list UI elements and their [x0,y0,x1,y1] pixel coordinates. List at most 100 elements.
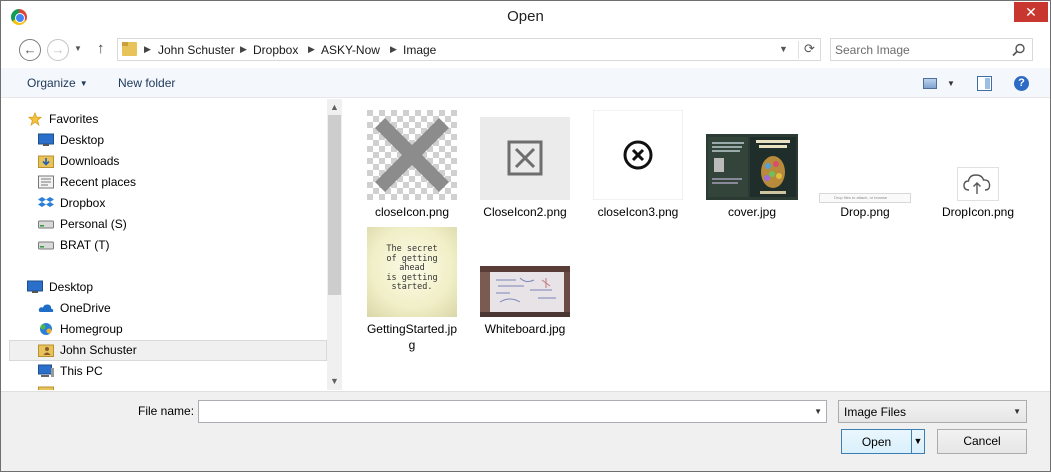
chevron-down-icon: ▼ [79,79,88,88]
file-name: cover.jpg [727,205,777,219]
homegroup-icon [40,323,52,335]
change-view-icon[interactable] [923,78,937,89]
nav-pane-scrollbar[interactable]: ▲ ▼ [327,99,342,390]
downloads-icon [38,155,54,168]
computer-icon [38,364,54,377]
help-icon[interactable]: ? [1014,76,1029,91]
cloud-upload-icon [957,167,999,201]
sidebar-item-label: BRAT (T) [60,238,110,252]
search-icon[interactable] [1011,42,1027,58]
sidebar-item-label: OneDrive [60,301,111,315]
file-list: closeIcon.png CloseIcon2.png closeIcon3.… [342,99,1050,390]
file-name-line: GettingStarted.jp [366,322,458,336]
sidebar-item-onedrive[interactable]: OneDrive [9,298,327,319]
sidebar-item-this-pc[interactable]: This PC [9,361,327,382]
scroll-up-arrow-icon[interactable]: ▲ [327,99,342,115]
open-button[interactable]: Open ▼ [841,429,925,454]
desktop-icon [27,280,43,293]
organize-button[interactable]: Organize ▼ [27,76,88,90]
file-name: Drop.png [840,205,890,219]
sidebar-item-downloads[interactable]: Downloads [9,151,327,172]
view-options-dropdown[interactable]: ▼ [947,79,955,88]
sidebar-item-label: Recent places [60,175,137,189]
breadcrumb-asky-now[interactable]: ASKY-Now [321,43,380,57]
file-name: CloseIcon2.png [483,205,567,219]
up-button[interactable]: ↑ [97,40,105,57]
file-name: GettingStarted.jp g [360,321,464,353]
breadcrumb-dropbox[interactable]: Dropbox [253,43,298,57]
sidebar-item-personal-s[interactable]: Personal (S) [9,214,327,235]
back-button[interactable]: ← [19,39,41,61]
address-dropdown-chevron-icon[interactable]: ▼ [779,44,788,54]
scroll-down-arrow-icon[interactable]: ▼ [327,373,342,389]
drive-icon [38,220,54,229]
recent-places-icon [38,175,54,189]
new-folder-button[interactable]: New folder [118,76,175,90]
breadcrumb-john-schuster[interactable]: John Schuster [158,43,235,57]
sidebar-item-label: Desktop [60,133,105,147]
sidebar-item-brat-t[interactable]: BRAT (T) [9,235,327,256]
sidebar-item-partial[interactable] [9,382,327,390]
close-x-icon [367,110,457,200]
file-item[interactable]: cover.jpg [700,107,804,222]
navigation-bar: ← → ▼ ↑ ▶ John Schuster ▶ Dropbox ▶ ASKY… [1,32,1050,68]
user-folder-icon [38,344,54,357]
dialog-title: Open [507,8,544,25]
sidebar-item-label: This PC [60,364,103,378]
file-item[interactable]: DropIcon.png [926,107,1030,222]
desktop-icon [38,133,54,146]
breadcrumb-separator[interactable]: ▶ [240,44,247,55]
file-item[interactable]: closeIcon.png [360,107,464,222]
sidebar-item-label: Personal (S) [60,217,127,231]
scroll-thumb[interactable] [328,115,341,295]
close-circle-icon [593,110,683,200]
file-name: Whiteboard.jpg [484,322,566,336]
navigation-pane: Favorites Desktop Downloads Recent place… [1,99,342,390]
open-button-label[interactable]: Open [842,435,911,449]
file-item[interactable]: Whiteboard.jpg [473,225,577,340]
file-name-label: File name: [138,404,195,418]
drop-bar-text: Drop files to attach, or browse [834,195,888,200]
file-type-select[interactable]: Image Files ▼ [838,400,1027,423]
chevron-down-icon[interactable]: ▼ [814,407,822,416]
forward-button[interactable]: → [47,39,69,61]
breadcrumb-separator[interactable]: ▶ [390,44,397,55]
folder-icon [122,42,137,56]
note-text: The secret of getting ahead is getting s… [386,244,438,292]
sidebar-item-desktop-root[interactable]: Desktop [9,277,327,298]
file-name-field[interactable]: ▼ [198,400,827,423]
file-item[interactable]: closeIcon3.png [586,107,690,222]
open-file-dialog: Open ✕ ← → ▼ ↑ ▶ John Schuster ▶ Dropbox… [0,0,1051,472]
recent-locations-dropdown[interactable]: ▼ [74,44,82,53]
search-box[interactable] [830,38,1033,61]
star-icon [27,112,43,126]
sidebar-item-favorites[interactable]: Favorites [9,109,327,130]
organize-label: Organize [27,76,76,90]
sidebar-item-recent-places[interactable]: Recent places [9,172,327,193]
dropbox-icon [38,197,54,207]
address-bar[interactable]: ▶ John Schuster ▶ Dropbox ▶ ASKY-Now ▶ I… [117,38,821,61]
open-options-dropdown[interactable]: ▼ [911,430,924,453]
close-button[interactable]: ✕ [1014,2,1048,22]
refresh-icon[interactable]: ⟳ [798,41,820,59]
file-item[interactable]: CloseIcon2.png [473,107,577,222]
file-name: closeIcon3.png [597,205,679,219]
sidebar-item-dropbox[interactable]: Dropbox [9,193,327,214]
preview-pane-icon[interactable] [977,76,992,91]
sidebar-item-john-schuster[interactable]: John Schuster [9,340,327,361]
chevron-down-icon[interactable]: ▼ [1013,407,1021,416]
sidebar-item-label: Desktop [49,280,94,294]
sidebar-item-homegroup[interactable]: Homegroup [9,319,327,340]
file-name: closeIcon.png [374,205,450,219]
breadcrumb-image[interactable]: Image [403,43,436,57]
file-name: DropIcon.png [941,205,1015,219]
cancel-button[interactable]: Cancel [937,429,1027,454]
dialog-footer: File name: ▼ Image Files ▼ Open ▼ Cancel [1,391,1050,471]
folder-icon [38,386,54,390]
file-item[interactable]: The secret of getting ahead is getting s… [360,225,464,355]
breadcrumb-separator[interactable]: ▶ [144,44,151,55]
file-item[interactable]: Drop files to attach, or browse Drop.png [813,107,917,222]
breadcrumb-separator[interactable]: ▶ [308,44,315,55]
sidebar-item-desktop[interactable]: Desktop [9,130,327,151]
search-input[interactable] [835,42,1005,58]
